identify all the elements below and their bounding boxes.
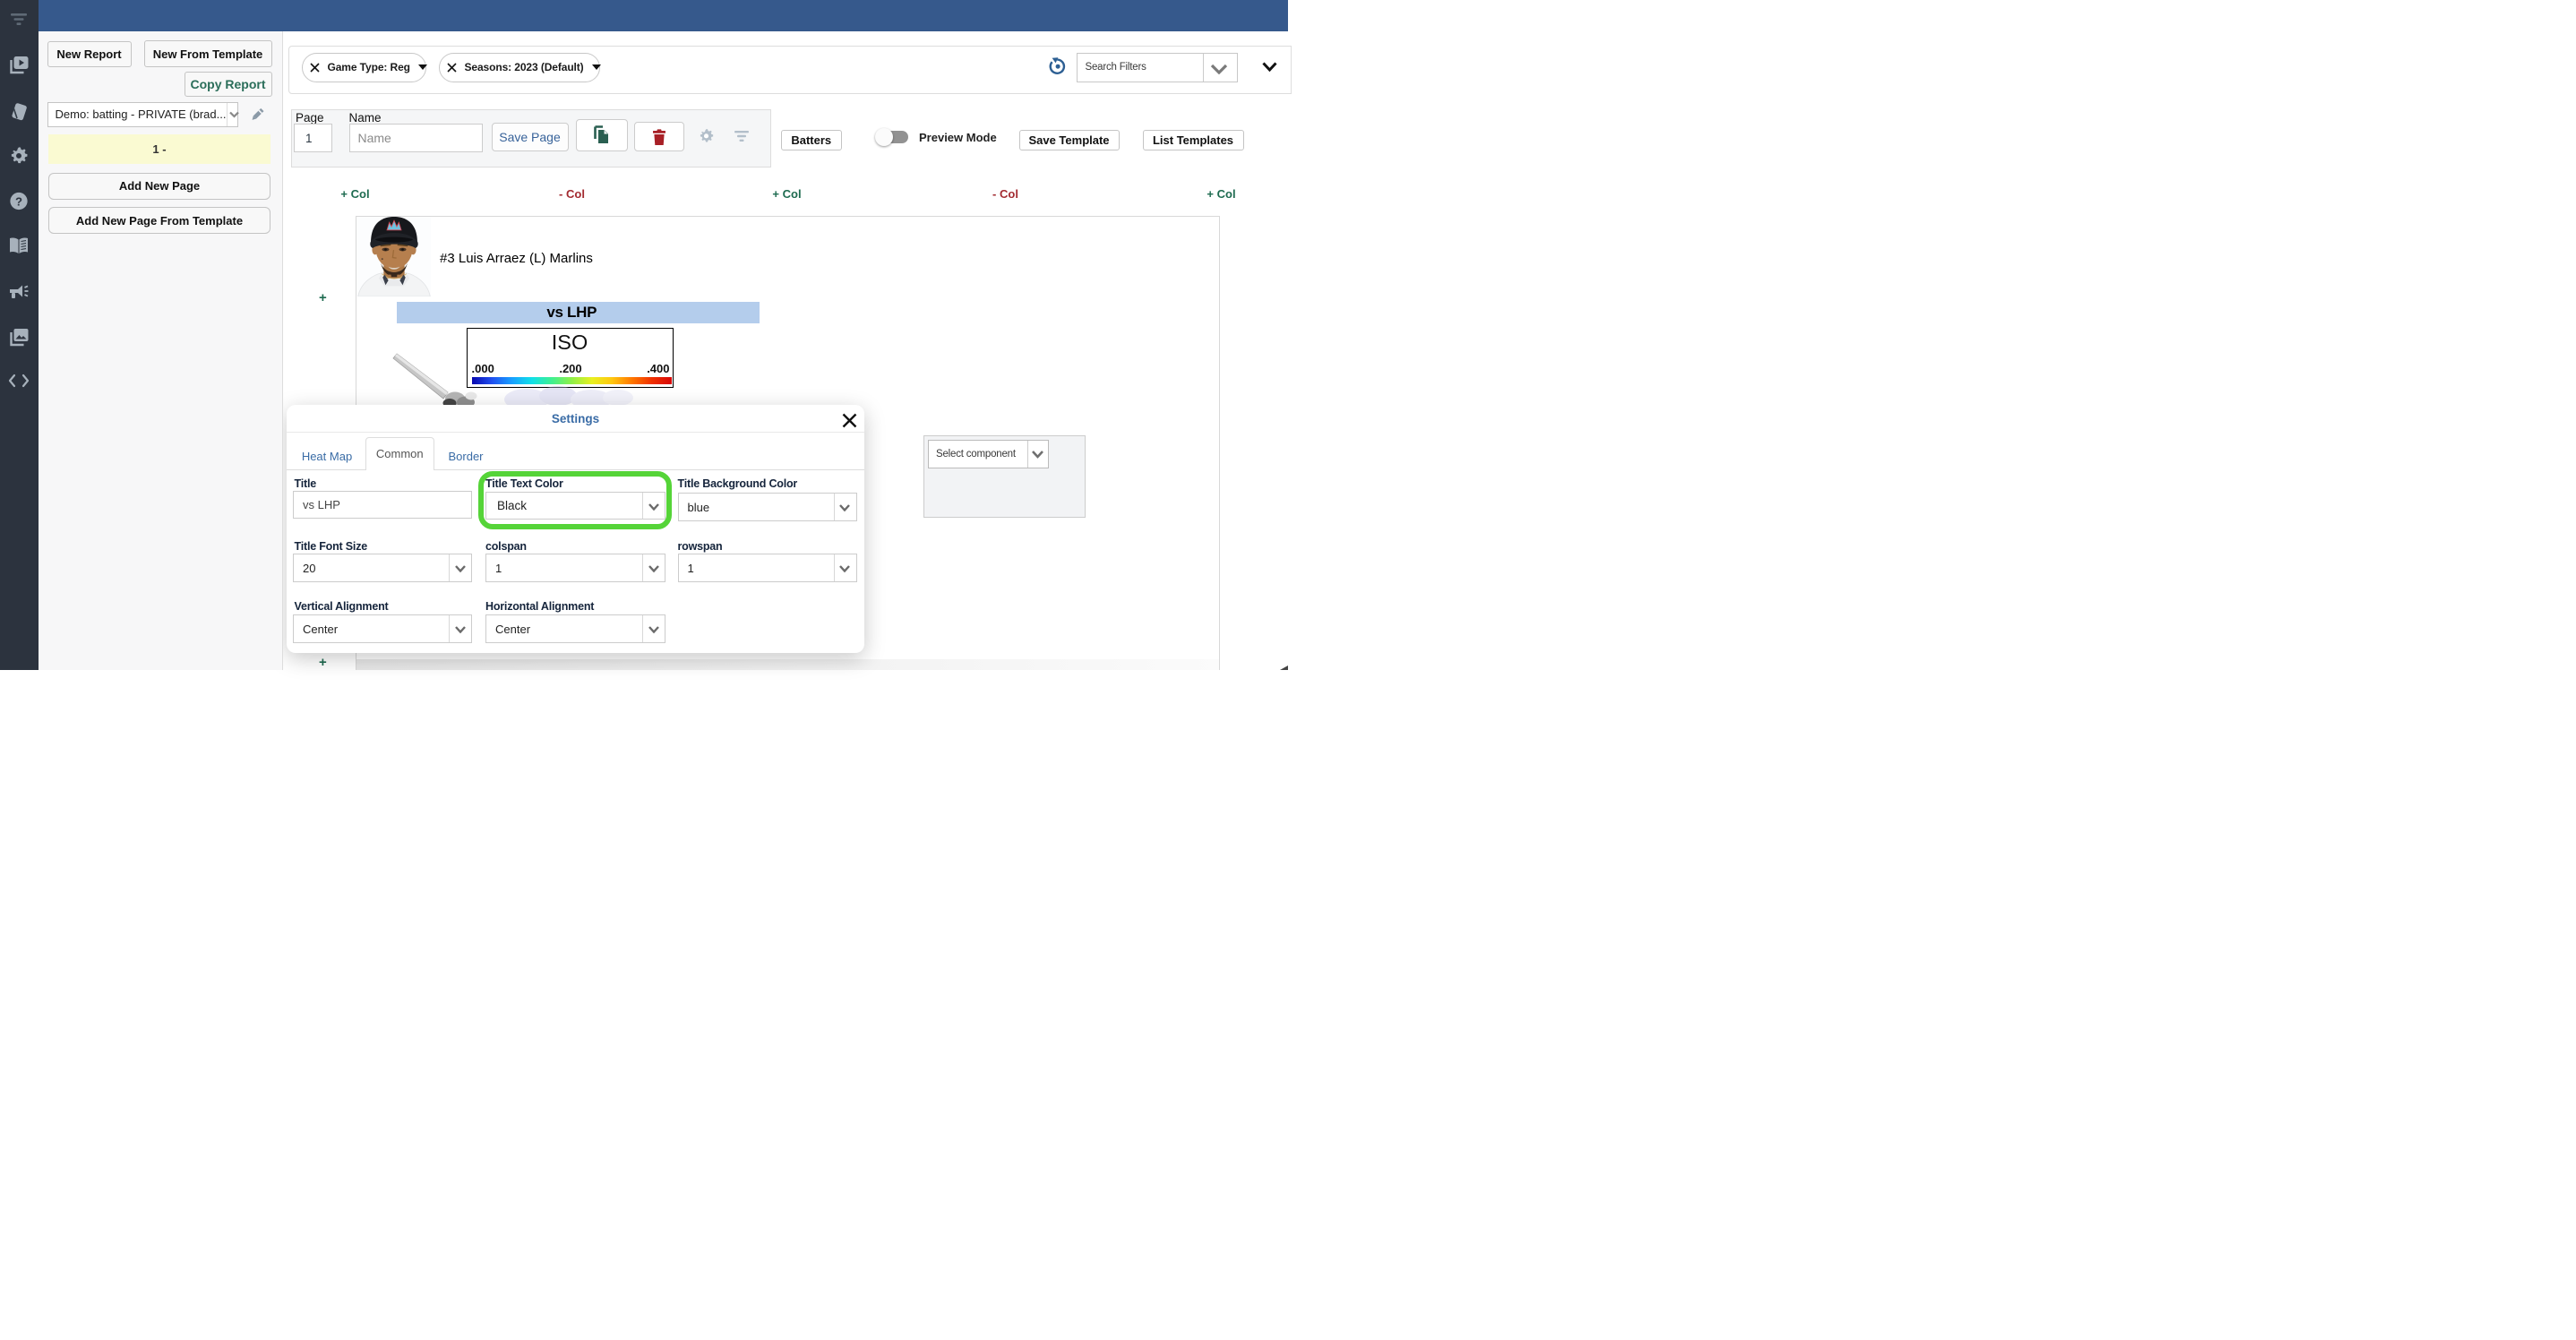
svg-text:?: ?	[15, 194, 22, 208]
